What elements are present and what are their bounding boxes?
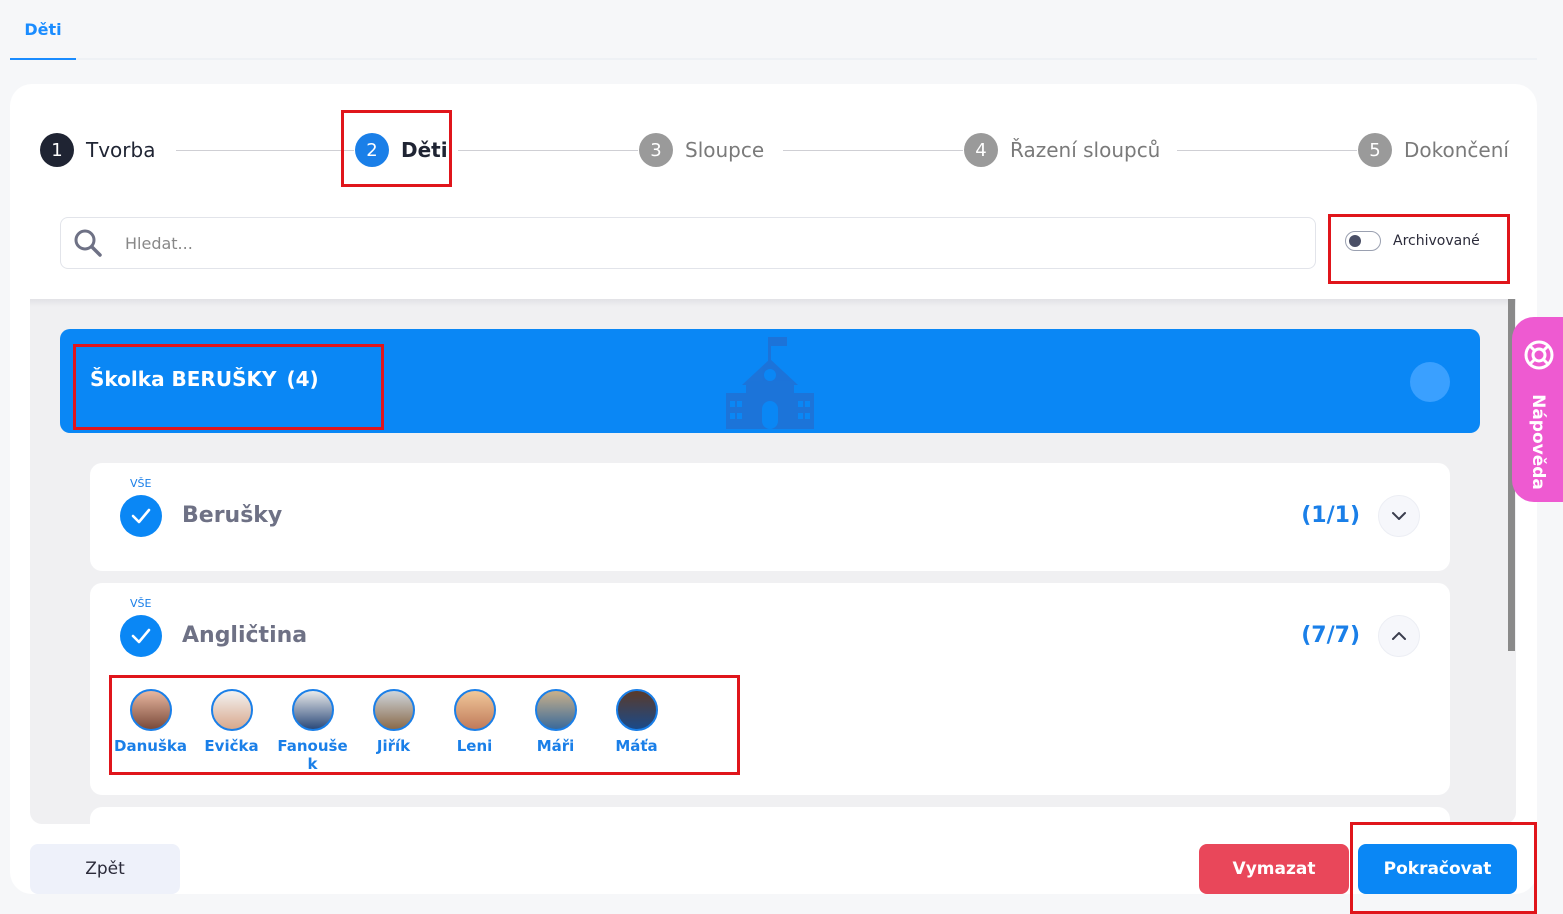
step-4[interactable]: 4 Řazení sloupců	[964, 132, 1160, 168]
check-icon	[131, 628, 151, 644]
step-connector	[176, 150, 354, 151]
step-number: 3	[639, 133, 673, 167]
clear-button[interactable]: Vymazat	[1199, 844, 1349, 894]
select-all-checkbox[interactable]	[120, 495, 162, 537]
step-number: 1	[40, 133, 74, 167]
highlight-children-list	[109, 675, 740, 775]
group-name: Berušky	[182, 503, 283, 528]
group-card-next	[90, 807, 1450, 824]
select-all-checkbox[interactable]	[120, 615, 162, 657]
step-connector	[1177, 150, 1357, 151]
continue-button[interactable]: Pokračovat	[1358, 844, 1517, 894]
search-input[interactable]	[125, 233, 1225, 253]
step-1[interactable]: 1 Tvorba	[40, 132, 155, 168]
highlight-school-title	[73, 344, 384, 430]
group-count: (1/1)	[1301, 503, 1360, 528]
scroll-shadow	[30, 299, 1516, 307]
school-select-toggle[interactable]	[1410, 362, 1450, 402]
highlight-step-2	[341, 110, 452, 187]
chevron-down-icon	[1392, 512, 1406, 520]
check-icon	[131, 508, 151, 524]
back-button[interactable]: Zpět	[30, 844, 180, 894]
school-building-icon	[726, 337, 814, 429]
step-connector	[458, 150, 638, 151]
collapse-button[interactable]	[1378, 615, 1420, 657]
expand-button[interactable]	[1378, 495, 1420, 537]
step-3[interactable]: 3 Sloupce	[639, 132, 764, 168]
tab-children[interactable]: Děti	[10, 0, 76, 60]
step-5[interactable]: 5 Dokončení	[1358, 132, 1509, 168]
group-count: (7/7)	[1301, 623, 1360, 648]
help-label: Nápověda	[1528, 394, 1548, 490]
stepper: 1 Tvorba 2 Děti 3 Sloupce 4 Řazení sloup…	[40, 124, 1509, 176]
lifebuoy-icon	[1524, 340, 1554, 370]
step-number: 4	[964, 133, 998, 167]
step-label: Dokončení	[1404, 138, 1509, 162]
tab-divider	[76, 58, 1537, 60]
group-name: Angličtina	[182, 623, 308, 648]
help-tab[interactable]: Nápověda	[1512, 317, 1563, 502]
highlight-archive-toggle	[1328, 214, 1510, 284]
step-number: 5	[1358, 133, 1392, 167]
select-all-label: VŠE	[130, 597, 152, 610]
search-bar	[60, 217, 1316, 269]
tab-children-label: Děti	[24, 19, 62, 39]
step-connector	[783, 150, 963, 151]
step-label: Sloupce	[685, 138, 765, 162]
step-label: Tvorba	[86, 138, 156, 162]
chevron-up-icon	[1392, 632, 1406, 640]
search-icon	[74, 229, 102, 257]
step-label: Řazení sloupců	[1010, 138, 1161, 162]
group-card-berusky: VŠE Berušky (1/1)	[90, 463, 1450, 571]
select-all-label: VŠE	[130, 477, 152, 490]
